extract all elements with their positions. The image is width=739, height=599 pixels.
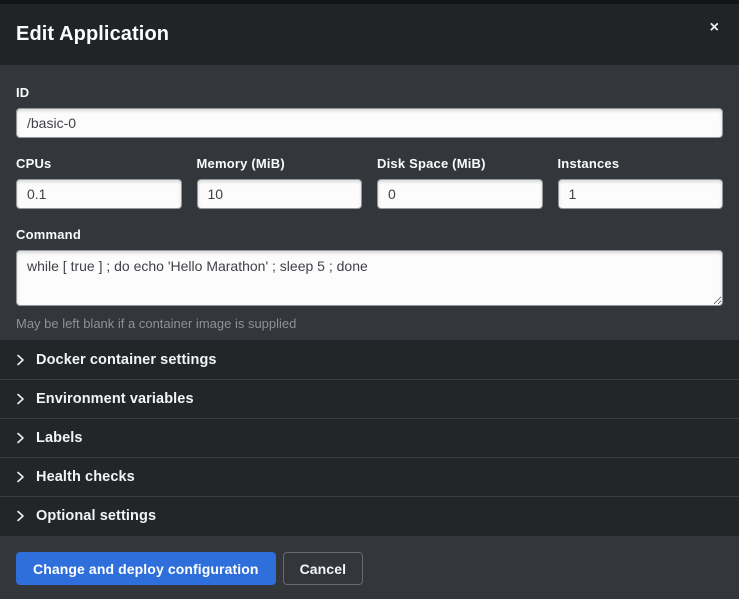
command-label: Command (16, 227, 723, 242)
instances-field-group: Instances (558, 156, 724, 209)
chevron-right-icon (16, 510, 25, 522)
section-docker-container-settings[interactable]: Docker container settings (0, 340, 739, 379)
id-field-group: ID (16, 85, 723, 138)
section-optional-settings[interactable]: Optional settings (0, 496, 739, 535)
chevron-right-icon (16, 471, 25, 483)
chevron-right-icon (16, 354, 25, 366)
cpus-field-group: CPUs (16, 156, 182, 209)
section-label: Labels (36, 430, 83, 446)
memory-input[interactable] (197, 179, 363, 209)
modal-header: Edit Application × (0, 4, 739, 65)
section-label: Health checks (36, 469, 135, 485)
id-label: ID (16, 85, 723, 100)
memory-field-group: Memory (MiB) (197, 156, 363, 209)
disk-input[interactable] (377, 179, 543, 209)
section-health-checks[interactable]: Health checks (0, 457, 739, 496)
cpus-label: CPUs (16, 156, 182, 171)
instances-label: Instances (558, 156, 724, 171)
id-input[interactable] (16, 108, 723, 138)
disk-label: Disk Space (MiB) (377, 156, 543, 171)
command-helper-text: May be left blank if a container image i… (16, 316, 723, 331)
memory-label: Memory (MiB) (197, 156, 363, 171)
section-label: Docker container settings (36, 352, 217, 368)
command-field-group: Command while [ true ] ; do echo 'Hello … (16, 227, 723, 331)
instances-input[interactable] (558, 179, 724, 209)
section-labels[interactable]: Labels (0, 418, 739, 457)
section-environment-variables[interactable]: Environment variables (0, 379, 739, 418)
modal-title: Edit Application (16, 23, 169, 46)
edit-application-modal: Edit Application × ID CPUs Memory (MiB) … (0, 4, 739, 599)
cpus-input[interactable] (16, 179, 182, 209)
close-icon[interactable]: × (706, 18, 723, 38)
disk-field-group: Disk Space (MiB) (377, 156, 543, 209)
command-textarea[interactable]: while [ true ] ; do echo 'Hello Marathon… (16, 250, 723, 306)
change-and-deploy-button[interactable]: Change and deploy configuration (16, 552, 276, 585)
chevron-right-icon (16, 432, 25, 444)
accordion-sections: Docker container settings Environment va… (0, 340, 739, 536)
cancel-button[interactable]: Cancel (283, 552, 364, 585)
chevron-right-icon (16, 393, 25, 405)
section-label: Optional settings (36, 508, 156, 524)
modal-footer: Change and deploy configuration Cancel (0, 536, 739, 599)
section-label: Environment variables (36, 391, 194, 407)
resources-row: CPUs Memory (MiB) Disk Space (MiB) Insta… (16, 156, 723, 209)
modal-body: ID CPUs Memory (MiB) Disk Space (MiB) In… (0, 65, 739, 340)
